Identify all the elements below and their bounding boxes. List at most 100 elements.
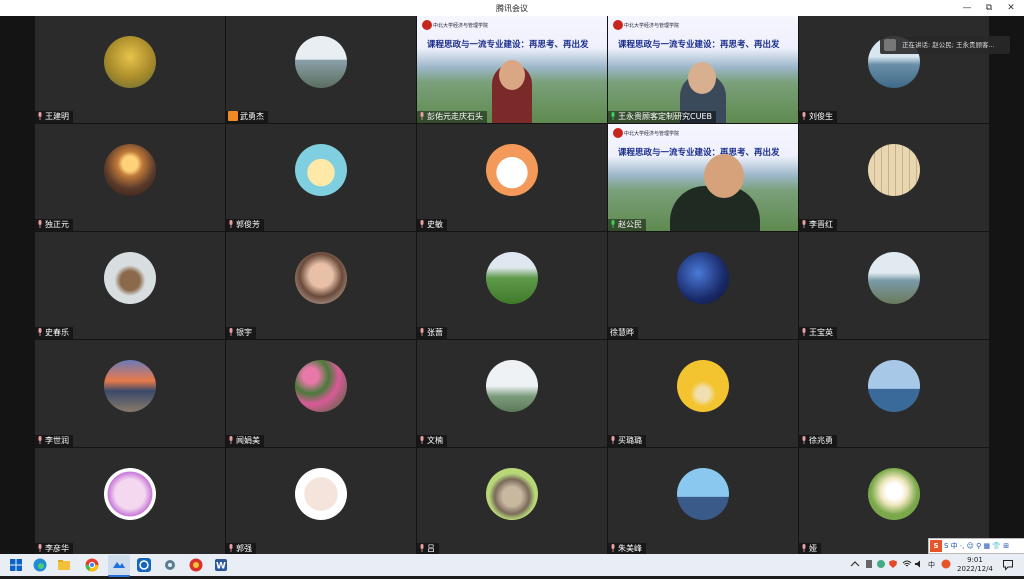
participant-name: 彭佑元走庆石头 <box>417 111 487 123</box>
chrome-icon[interactable] <box>84 557 100 573</box>
participant-name: 武勇杰 <box>226 111 268 123</box>
participant-tile[interactable]: 吕 <box>417 448 607 555</box>
taskbar: W 中 9:01 2022/12/4 <box>0 554 1024 577</box>
clock-time: 9:01 <box>967 556 983 564</box>
volume-icon[interactable] <box>914 559 924 569</box>
mic-muted-icon <box>802 220 806 228</box>
speaker-avatar <box>884 39 896 51</box>
participant-name: 买璐璐 <box>608 435 646 447</box>
mic-muted-icon <box>420 220 424 228</box>
settings-gear-icon[interactable] <box>162 557 178 573</box>
participant-tile[interactable]: 李晋红 <box>799 124 989 231</box>
avatar <box>104 360 156 412</box>
window-title: 腾讯会议 <box>496 4 528 13</box>
participant-tile[interactable]: 刘俊生 <box>799 16 989 123</box>
participant-tile[interactable]: 李世润 <box>35 340 225 447</box>
participant-video-tile[interactable]: 中北大学经济与管理学院 课程思政与一流专业建设：再思考、再出发 彭佑元走庆石头 <box>417 16 607 123</box>
clock-date: 2022/12/4 <box>957 565 993 573</box>
window-titlebar: 腾讯会议 — ⧉ ✕ <box>0 0 1024 16</box>
svg-text:W: W <box>216 562 226 572</box>
school-logo-icon <box>613 128 623 138</box>
avatar <box>295 36 347 88</box>
avatar <box>868 468 920 520</box>
video-title: 课程思政与一流专业建设：再思考、再出发 <box>427 40 589 50</box>
participant-tile[interactable]: 郭俊芳 <box>226 124 416 231</box>
participant-tile[interactable]: 买璐璐 <box>608 340 798 447</box>
participant-video-tile[interactable]: 中北大学经济与管理学院 课程思政与一流专业建设：再思考、再出发 王永贵顾客定制研… <box>608 16 798 123</box>
avatar <box>677 468 729 520</box>
video-header: 中北大学经济与管理学院 <box>433 23 489 29</box>
security-shield-icon[interactable] <box>888 559 898 569</box>
word-icon[interactable]: W <box>213 557 229 573</box>
tray-app-icon[interactable] <box>876 559 886 569</box>
chevron-up-icon[interactable] <box>850 559 860 569</box>
avatar <box>868 144 920 196</box>
person-face <box>499 60 525 90</box>
avatar <box>868 360 920 412</box>
participant-tile[interactable]: 史春乐 <box>35 232 225 339</box>
participant-name: 李世润 <box>35 435 73 447</box>
mic-muted-icon <box>38 220 42 228</box>
avatar <box>295 468 347 520</box>
participant-tile[interactable]: 银宇 <box>226 232 416 339</box>
restore-button[interactable]: ⧉ <box>982 2 996 14</box>
school-logo-icon <box>422 20 432 30</box>
participant-name: 独正元 <box>35 219 73 231</box>
participant-video-tile[interactable]: 中北大学经济与管理学院 课程思政与一流专业建设：再思考、再出发 赵公民 <box>608 124 798 231</box>
avatar <box>104 252 156 304</box>
participant-tile[interactable]: 朱美峰 <box>608 448 798 555</box>
app-k-icon[interactable] <box>136 557 152 573</box>
participant-tile[interactable]: 郭强 <box>226 448 416 555</box>
participant-tile[interactable]: 闻娟美 <box>226 340 416 447</box>
notification-icon[interactable] <box>1002 559 1014 571</box>
mic-muted-icon <box>229 436 233 444</box>
tray-app-icon[interactable] <box>864 559 874 569</box>
participant-tile[interactable]: 李彦华 <box>35 448 225 555</box>
participant-tile[interactable]: 文楠 <box>417 340 607 447</box>
mic-muted-icon <box>420 328 424 336</box>
participant-tile[interactable]: 徐慧晔 <box>608 232 798 339</box>
mic-muted-icon <box>229 544 233 552</box>
avatar <box>295 144 347 196</box>
avatar <box>486 360 538 412</box>
edge-icon[interactable] <box>32 557 48 573</box>
person-face <box>688 62 716 94</box>
mic-muted-icon <box>38 112 42 120</box>
mic-muted-icon <box>611 436 615 444</box>
participant-tile[interactable]: 武勇杰 <box>226 16 416 123</box>
close-button[interactable]: ✕ <box>1004 2 1018 14</box>
participant-name: 徐兆勇 <box>799 435 837 447</box>
ime-toolbar[interactable]: SS 中 ·, ☺ ⚲ ▦ 👕 ⊞ <box>928 538 1024 554</box>
mic-muted-icon <box>420 544 424 552</box>
app-red-circle-icon[interactable] <box>188 557 204 573</box>
participant-tile[interactable]: 王宝英 <box>799 232 989 339</box>
language-indicator[interactable]: 中 <box>928 554 935 576</box>
clock[interactable]: 9:01 2022/12/4 <box>955 556 995 574</box>
file-explorer-icon[interactable] <box>56 557 72 573</box>
participant-name: 史春乐 <box>35 327 73 339</box>
sogou-tray-icon[interactable] <box>941 559 951 569</box>
windows-start-icon[interactable] <box>8 557 24 573</box>
participant-tile[interactable]: 张蔷 <box>417 232 607 339</box>
participant-tile[interactable]: 独正元 <box>35 124 225 231</box>
participant-name: 张蔷 <box>417 327 447 339</box>
minimize-button[interactable]: — <box>960 2 974 14</box>
avatar <box>486 144 538 196</box>
tencent-meeting-taskbar-button[interactable] <box>108 555 130 577</box>
participant-tile[interactable]: 史敏 <box>417 124 607 231</box>
mic-muted-icon <box>802 112 806 120</box>
participant-name: 李晋红 <box>799 219 837 231</box>
participant-name: 徐慧晔 <box>608 327 638 339</box>
ime-text: S 中 ·, ☺ ⚲ ▦ 👕 ⊞ <box>944 542 1010 550</box>
participant-tile[interactable]: 王建明 <box>35 16 225 123</box>
avatar <box>295 360 347 412</box>
mic-muted-icon <box>802 436 806 444</box>
participant-name: 郭俊芳 <box>226 219 264 231</box>
network-icon[interactable] <box>902 559 912 569</box>
mic-muted-icon <box>802 328 806 336</box>
host-badge-icon <box>228 111 238 121</box>
avatar <box>104 36 156 88</box>
participant-tile[interactable]: 徐兆勇 <box>799 340 989 447</box>
mic-muted-icon <box>229 220 233 228</box>
sogou-icon: S <box>930 540 942 552</box>
